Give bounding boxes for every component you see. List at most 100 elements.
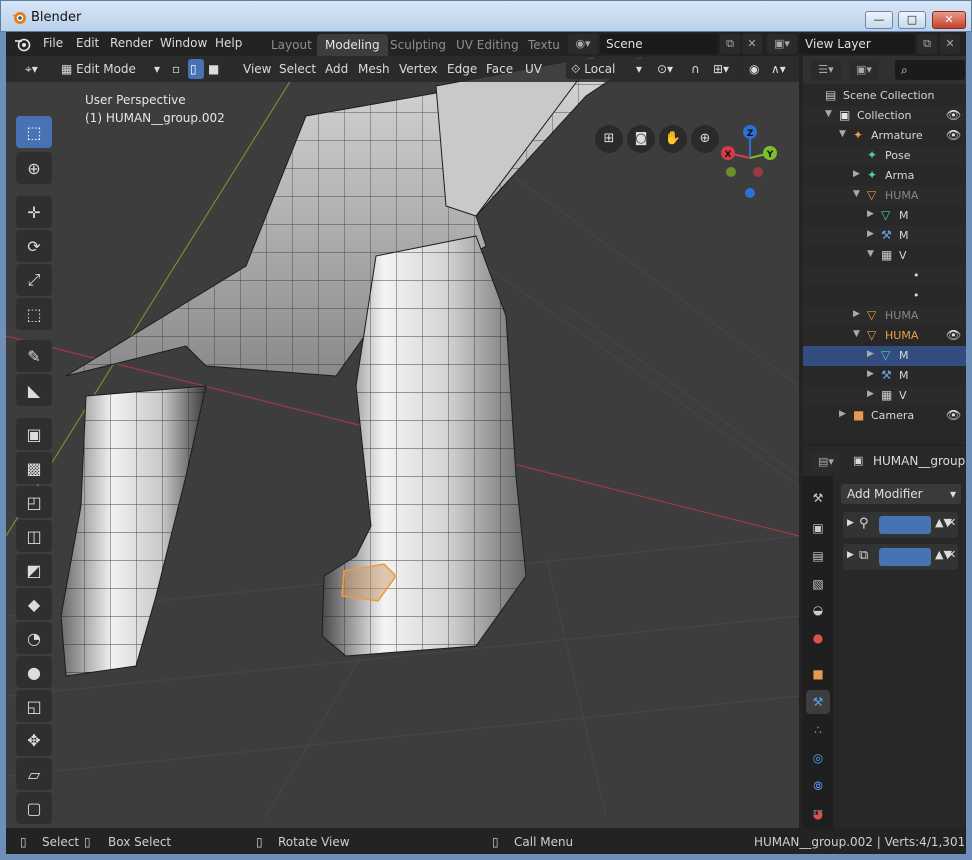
neg-x-axis-handle[interactable] [753,167,763,177]
measure-tool[interactable]: ◣ [16,374,52,406]
menu-mesh[interactable]: Mesh [353,59,395,79]
outliner-row[interactable]: ▼ ▦ V [803,246,966,266]
falloff-button[interactable]: ∧▾ [766,59,794,79]
menu-vertex[interactable]: Vertex [394,59,443,79]
neg-y-axis-handle[interactable] [726,167,736,177]
move-tool[interactable]: ✛ [16,196,52,228]
modifier-visibility-toggles[interactable] [879,516,931,534]
navigation-gizmo[interactable]: Z X Y [718,122,788,202]
snap-target-button[interactable]: ⊞▾ [708,59,736,79]
outliner-row[interactable]: ▶ ▽ M [803,346,966,366]
expand-arrow-icon[interactable]: ▶ [839,409,846,419]
editor-type-button[interactable]: ⌖▾ [20,59,50,79]
scene-selector-button[interactable]: ◉▾ [568,34,598,54]
menu-uv[interactable]: UV [520,59,547,79]
expand-arrow-icon[interactable]: ▼ [839,129,846,139]
remove-view-layer-button[interactable]: ✕ [940,34,960,54]
outliner-row[interactable]: ▤ Scene Collection [803,86,966,106]
remove-scene-button[interactable]: ✕ [742,34,762,54]
outliner-row[interactable]: ▶ ✦ Arma [803,166,966,186]
modifier-tab[interactable]: ⚒ [806,690,830,714]
snap-toggle-button[interactable]: ∩ [686,59,706,79]
neg-z-axis-handle[interactable] [745,188,755,198]
outliner-row[interactable]: ✦ Pose [803,146,966,166]
world-tab[interactable]: ● [806,626,830,650]
outliner-row[interactable]: ▶ ▦ V [803,386,966,406]
menu-help[interactable]: Help [215,36,242,50]
modifier-visibility-toggles[interactable] [879,548,931,566]
menu-face[interactable]: Face [481,59,518,79]
visibility-eye-icon[interactable]: 👁 [946,328,961,342]
camera-view-button[interactable]: ◙ [627,125,655,153]
smooth-tool[interactable]: ● [16,656,52,688]
knife-tool[interactable]: ◩ [16,554,52,586]
shrink-fatten-tool[interactable]: ✥ [16,724,52,756]
tab-layout[interactable]: Layout [263,34,320,56]
outliner-editor-type-button[interactable]: ☰▾ [811,60,841,80]
outliner-row[interactable]: ▶ ▽ M [803,206,966,226]
scene-name-field[interactable]: Scene [600,34,718,54]
display-mode-button[interactable]: ▣▾ [849,60,879,80]
visibility-eye-icon[interactable]: 👁 [946,408,961,422]
menu-edge[interactable]: Edge [442,59,482,79]
maximize-button[interactable]: □ [898,11,926,29]
bevel-tool[interactable]: ◰ [16,486,52,518]
scene-tab[interactable]: ◒ [806,598,830,622]
vertex-select-mode-button[interactable]: ▫ [170,59,186,79]
add-modifier-dropdown[interactable]: Add Modifier ▾ [841,484,961,504]
poly-build-tool[interactable]: ◆ [16,588,52,620]
properties-editor[interactable]: ▤▾ ▣ HUMAN__group.0 ⚒▣▤▧◒●■⚒∴◎⦾▽◕ Add Mo… [803,446,966,828]
extrude-tool[interactable]: ▣ [16,418,52,450]
tab-sculpting[interactable]: Sculpting [382,34,454,56]
menu-window[interactable]: Window [160,36,207,50]
edge-select-mode-button[interactable]: ▯ [188,59,204,79]
view-layer-name-field[interactable]: View Layer [799,34,915,54]
particles-tab[interactable]: ∴ [806,718,830,742]
outliner[interactable]: ☰▾ ▣▾ ⌕ ▤ Scene Collection ▼ ▣ Collection 👁 ▼ ✦… [803,56,966,444]
outliner-row[interactable]: ▶ ⚒ M [803,226,966,246]
expand-arrow-icon[interactable]: ▶ [867,389,874,399]
rip-tool[interactable]: ▢ [16,792,52,824]
constraints-tab[interactable]: ⦾ [806,774,830,798]
transform-tool[interactable]: ⬚ [16,298,52,330]
tool-tab[interactable]: ⚒ [806,486,830,510]
expand-arrow-icon[interactable]: ▼ [825,109,832,119]
outliner-row[interactable]: ▼ ✦ Armature 👁 [803,126,966,146]
physics-tab[interactable]: ◎ [806,746,830,770]
pivot-point-button[interactable]: ⊙▾ [652,59,680,79]
expand-arrow-icon[interactable]: ▶ [867,369,874,379]
mode-selector[interactable]: ▦ Edit Mode ▾ [56,59,164,79]
menu-add[interactable]: Add [320,59,353,79]
modifier-armature-row[interactable]: ▶ ⚲ ▲▼ ✕ [843,512,958,538]
viewport-scene[interactable] [6,56,799,828]
expand-arrow-icon[interactable]: ▶ [847,550,854,560]
expand-arrow-icon[interactable]: ▼ [867,249,874,259]
select-box-tool[interactable]: ⬚ [16,116,52,148]
render-tab[interactable]: ▣ [806,516,830,540]
outliner-row[interactable]: ▶ ⚒ M [803,366,966,386]
expand-arrow-icon[interactable]: ▶ [867,349,874,359]
outliner-search-input[interactable]: ⌕ [895,60,965,80]
properties-editor-type-button[interactable]: ▤▾ [811,452,841,472]
face-select-mode-button[interactable]: ■ [206,59,222,79]
pan-view-button[interactable]: ✋ [659,125,687,153]
view-layer-selector-button[interactable]: ▣▾ [767,34,797,54]
material-tab[interactable]: ◕ [806,802,830,826]
expand-arrow-icon[interactable]: ▼ [853,329,860,339]
outliner-row[interactable]: ▼ ▽ HUMA 👁 [803,326,966,346]
annotate-tool[interactable]: ✎ [16,340,52,372]
visibility-eye-icon[interactable]: 👁 [946,128,961,142]
new-view-layer-button[interactable]: ⧉ [917,34,937,54]
object-tab[interactable]: ■ [806,662,830,686]
menu-edit[interactable]: Edit [76,36,99,50]
remove-modifier-icon[interactable]: ✕ [947,516,956,529]
edge-slide-tool[interactable]: ◱ [16,690,52,722]
tab-texture-paint[interactable]: Textur [520,34,560,56]
3d-viewport[interactable]: ⌖▾ ▦ Edit Mode ▾ ▫ ▯ ■ View Select Add Me… [6,56,799,828]
scale-tool[interactable]: ⤢ [16,264,52,296]
expand-arrow-icon[interactable]: ▶ [867,209,874,219]
modifier-second-row[interactable]: ▶ ⧉ ▲▼ ✕ [843,544,958,570]
expand-arrow-icon[interactable]: ▼ [853,189,860,199]
shear-tool[interactable]: ▱ [16,758,52,790]
visibility-eye-icon[interactable]: 👁 [946,108,961,122]
